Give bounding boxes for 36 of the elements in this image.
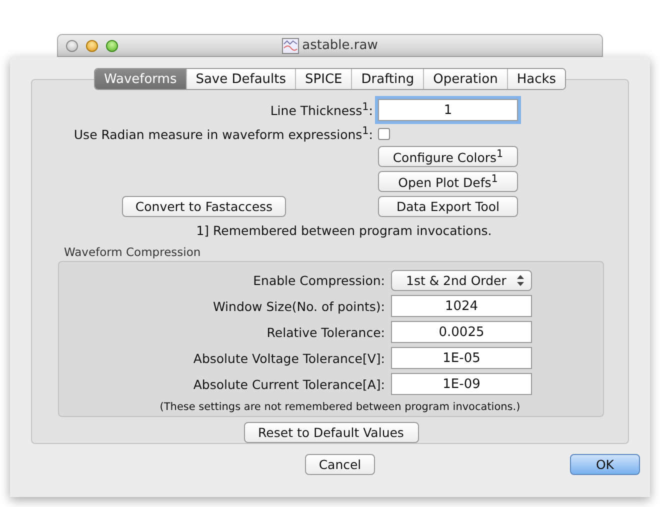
setting-label: Relative Tolerance: xyxy=(266,324,385,340)
setting-label: Line Thickness$^{1}$: xyxy=(270,101,373,119)
settings-button[interactable]: Data Export Tool xyxy=(378,196,518,218)
convert-button[interactable]: Convert to Fastaccess xyxy=(122,196,286,218)
window-title: astable.raw xyxy=(302,38,378,53)
tab[interactable]: Hacks xyxy=(506,69,566,89)
footnote-text: 1] Remembered between program invocations. xyxy=(195,223,493,238)
dropdown[interactable]: 1st & 2nd Order xyxy=(391,270,532,292)
setting-label: Absolute Current Tolerance[A]: xyxy=(193,376,385,392)
tab[interactable]: Drafting xyxy=(351,69,424,89)
updown-arrows-icon xyxy=(517,275,524,286)
waveform-document-icon xyxy=(282,38,300,54)
zoom-icon[interactable] xyxy=(106,40,118,52)
checkbox[interactable] xyxy=(378,128,390,140)
setting-label: Window Size(No. of points): xyxy=(212,298,385,314)
setting-label: Absolute Voltage Tolerance[V]: xyxy=(193,350,385,366)
tab[interactable]: SPICE xyxy=(295,69,352,89)
tab[interactable]: Save Defaults xyxy=(186,69,296,89)
setting-label: Use Radian measure in waveform expressions$^{1}$: xyxy=(74,125,373,142)
minimize-icon[interactable] xyxy=(86,40,98,52)
note-text: (These settings are not remembered between program invocations.) xyxy=(158,401,522,414)
close-icon[interactable] xyxy=(66,40,78,52)
tab[interactable]: Waveforms xyxy=(94,69,186,89)
input-field[interactable]: 1E-09 xyxy=(391,373,532,396)
settings-button[interactable]: Configure Colors$^{1}$ xyxy=(378,146,518,168)
reset-button[interactable]: Reset to Default Values xyxy=(244,422,418,444)
setting-label: Enable Compression: xyxy=(253,273,385,288)
group-title: Waveform Compression xyxy=(64,245,202,260)
tab[interactable]: Operation xyxy=(423,69,507,89)
dialog-button[interactable]: OK xyxy=(570,454,640,475)
dialog-button[interactable]: Cancel xyxy=(305,454,375,475)
input-field[interactable]: 0.0025 xyxy=(391,321,532,344)
input-field[interactable]: 1 xyxy=(378,99,518,121)
input-field[interactable]: 1E-05 xyxy=(391,347,532,370)
input-field[interactable]: 1024 xyxy=(391,295,532,318)
settings-button[interactable]: Open Plot Defs$^{1}$ xyxy=(378,171,518,192)
